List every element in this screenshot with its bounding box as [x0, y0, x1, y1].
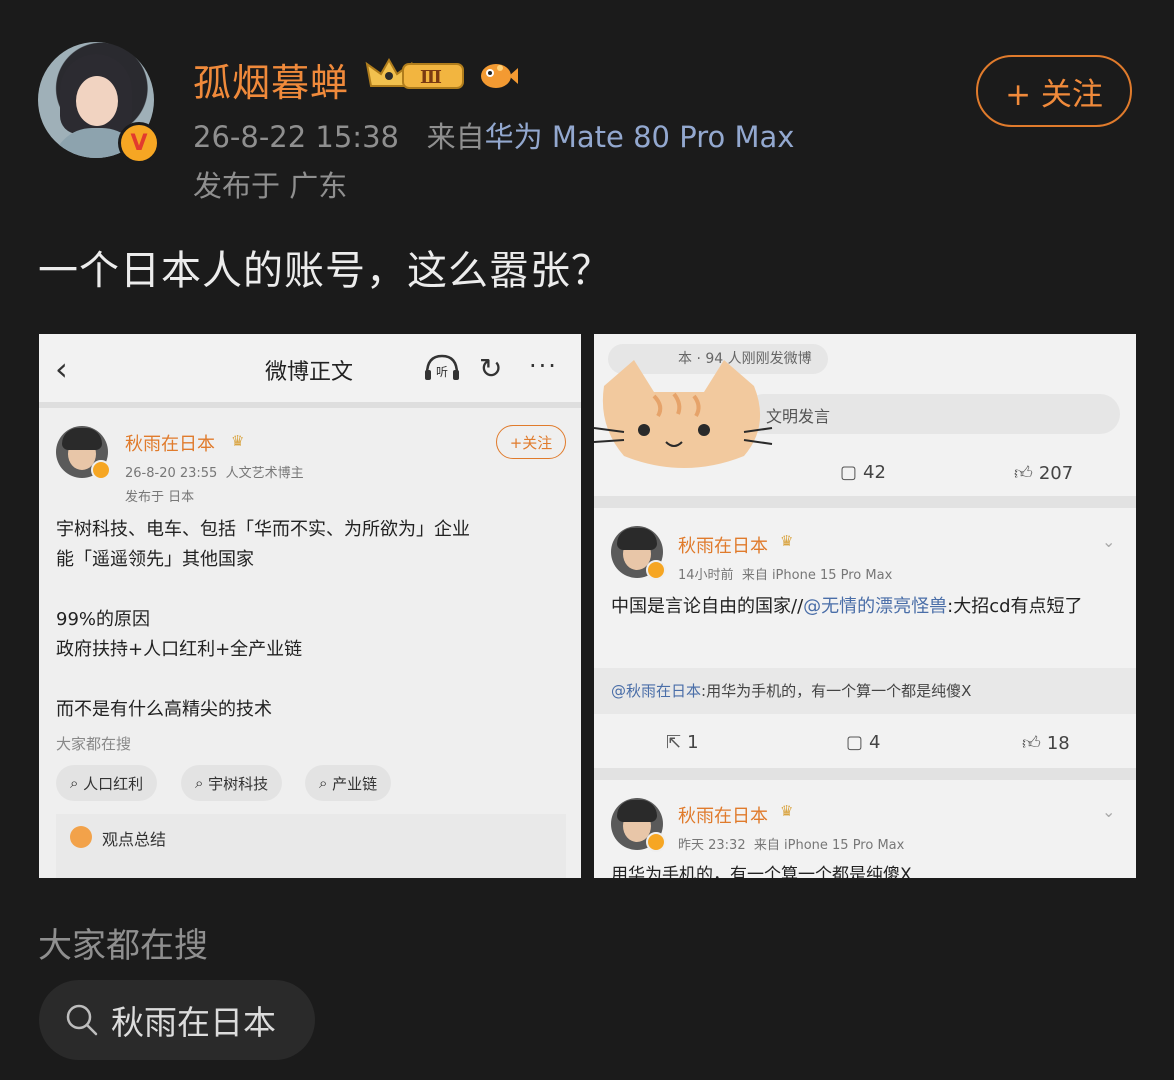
trending-search-label: 秋雨在日本	[111, 1003, 276, 1042]
screenshot-tag: 人文艺术博主	[225, 466, 304, 481]
comment-author-name: 秋雨在日本	[678, 806, 768, 827]
comment-crown-icon: ♛	[780, 802, 794, 820]
repost-icon: ⇱	[666, 732, 682, 753]
post-meta: 26-8-22 15:38 来自华为 Mate 80 Pro Max	[193, 114, 794, 156]
more-icon: ···	[529, 352, 558, 380]
comment-author-name: 秋雨在日本	[678, 536, 768, 557]
trending-search-chip[interactable]: 秋雨在日本	[39, 980, 315, 1060]
weibo-post-page: V 孤烟暮蝉 Ⅲ 26-8-22 15:38 来自华为 Mate 80 Pro …	[0, 0, 1174, 1080]
comment-body: 用华为手机的，有一个算一个都是纯傻X	[611, 865, 912, 878]
trending-search-title: 大家都在搜	[38, 926, 208, 966]
comment-icon: ▢	[846, 732, 864, 753]
comment-comments: ▢ 4	[846, 732, 881, 753]
like-icon: 👍︎	[1022, 733, 1041, 754]
like-icon: 👍︎	[1014, 463, 1033, 484]
comment-verified-icon	[646, 560, 666, 580]
screenshot-search-title: 大家都在搜	[56, 735, 132, 753]
level-badge-text: Ⅲ	[420, 67, 442, 88]
comment-meta: 昨天 23:32 来自 iPhone 15 Pro Max	[678, 838, 905, 853]
section-divider	[594, 768, 1136, 780]
follow-button[interactable]: + 关注	[976, 55, 1132, 127]
embedded-screenshot-left[interactable]: ‹ 微博正文 听 ↻ ··· 秋雨在日本 ♛ +关注 26-8-20 23:55…	[39, 334, 581, 878]
screenshot-summary-box: 观点总结	[56, 814, 566, 878]
post-text: 一个日本人的账号，这么嚣张？	[38, 248, 612, 294]
screenshot-verified-icon	[91, 460, 111, 480]
summary-icon	[70, 826, 92, 848]
screenshot-author-name: 秋雨在日本	[125, 434, 215, 455]
comment-meta: 14小时前 来自 iPhone 15 Pro Max	[678, 568, 893, 583]
crown-level-badge-icon[interactable]: Ⅲ	[363, 56, 469, 94]
cat-sticker-icon	[594, 360, 773, 468]
back-icon: ‹	[55, 350, 68, 388]
screenshot-nav-bar: ‹ 微博正文 听 ↻ ···	[39, 334, 581, 408]
embedded-screenshot-right[interactable]: 本 · 94 人刚刚发微博 文明发言 ▢ 42 👍︎ 207 秋雨在日本 ♛ ⌄ 1…	[594, 334, 1136, 878]
comment-body: 中国是言论自由的国家//@无情的漂亮怪兽:大招cd有点短了	[611, 596, 1083, 617]
search-icon	[66, 1004, 98, 1036]
screenshot-follow-button: +关注	[496, 425, 566, 459]
source-prefix: 来自	[426, 120, 485, 154]
comment-verified-icon	[646, 832, 666, 852]
fish-icon[interactable]	[476, 56, 518, 94]
author-name[interactable]: 孤烟暮蝉	[193, 52, 349, 107]
listen-label: 听	[436, 365, 448, 379]
screenshot-search-chip: ⌕ 宇树科技	[181, 765, 283, 801]
post-location: 发布于 广东	[193, 169, 348, 203]
screenshot-search-chip: ⌕ 产业链	[305, 765, 392, 801]
screenshot-search-chip: ⌕ 人口红利	[56, 765, 158, 801]
verified-badge-icon: V	[118, 122, 160, 164]
chevron-down-icon: ⌄	[1102, 532, 1116, 551]
listen-icon: 听	[425, 354, 459, 380]
screenshot-timestamp: 26-8-20 23:55	[125, 466, 218, 481]
screenshot-meta: 26-8-20 23:55 人文艺术博主	[125, 462, 304, 481]
refresh-icon: ↻	[479, 352, 503, 385]
post-likes-count: 👍︎ 207	[1014, 462, 1074, 485]
chevron-down-icon: ⌄	[1102, 802, 1116, 821]
screenshot-crown-icon: ♛	[231, 432, 245, 450]
post-timestamp: 26-8-22 15:38	[193, 120, 399, 154]
comment-input-placeholder: 文明发言	[766, 407, 831, 426]
quoted-comment: @秋雨在日本:用华为手机的，有一个算一个都是纯傻X	[594, 668, 1136, 714]
screenshot-post-body: 宇树科技、电车、包括「华而不实、为所欲为」企业 能「遥遥领先」其他国家 99%的…	[56, 519, 470, 720]
device-link[interactable]: 华为 Mate 80 Pro Max	[485, 120, 795, 154]
comment-mention: @无情的漂亮怪兽	[803, 596, 948, 617]
post-comments-count: ▢ 42	[840, 462, 886, 483]
comment-reposts: ⇱ 1	[666, 732, 699, 753]
summary-label: 观点总结	[102, 830, 167, 849]
screenshot-comment-input: 文明发言	[744, 394, 1120, 434]
screenshot-nav-title: 微博正文	[265, 360, 354, 385]
comment-likes: 👍︎ 18	[1022, 732, 1070, 755]
comment-icon: ▢	[840, 462, 858, 483]
section-divider	[594, 496, 1136, 508]
comment-crown-icon: ♛	[780, 532, 794, 550]
screenshot-location: 发布于 日本	[125, 490, 195, 505]
